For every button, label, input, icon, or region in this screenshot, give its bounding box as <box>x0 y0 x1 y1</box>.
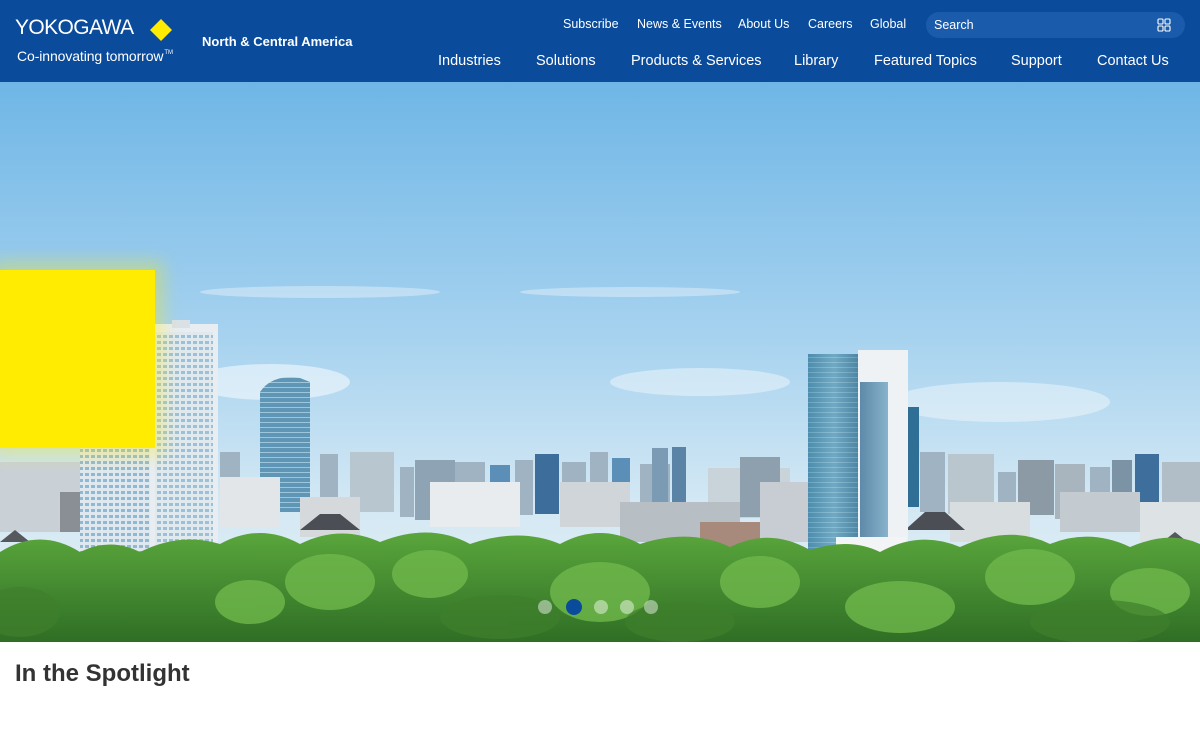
nav-library[interactable]: Library <box>794 53 838 69</box>
carousel-dot-5[interactable] <box>644 600 658 614</box>
search-box <box>926 12 1185 38</box>
nav-solutions[interactable]: Solutions <box>536 53 596 69</box>
nav-featured-topics[interactable]: Featured Topics <box>874 53 977 69</box>
logo-wordmark: YOKOGAWA <box>15 16 134 39</box>
news-events-link[interactable]: News & Events <box>637 17 722 31</box>
hero-banner[interactable] <box>0 82 1200 642</box>
nav-contact-us[interactable]: Contact Us <box>1097 53 1169 69</box>
nav-industries[interactable]: Industries <box>438 53 501 69</box>
yellow-accent-square <box>0 270 155 448</box>
careers-link[interactable]: Careers <box>808 17 852 31</box>
carousel-dot-1[interactable] <box>538 600 552 614</box>
nav-products-services[interactable]: Products & Services <box>631 53 762 69</box>
global-link[interactable]: Global <box>870 17 906 31</box>
logo-tagline: Co-innovating tomorrowTM <box>17 48 173 64</box>
carousel-dot-4[interactable] <box>620 600 634 614</box>
grid-icon[interactable] <box>1157 18 1171 32</box>
yokogawa-logo[interactable]: YOKOGAWA Co-innovating tomorrowTM <box>15 14 185 70</box>
search-input[interactable] <box>934 16 1134 34</box>
carousel-dot-2[interactable] <box>566 599 582 615</box>
carousel-dot-3[interactable] <box>594 600 608 614</box>
nav-support[interactable]: Support <box>1011 53 1062 69</box>
site-header: YOKOGAWA Co-innovating tomorrowTM North … <box>0 0 1200 82</box>
region-label: North & Central America <box>202 34 353 49</box>
diamond-icon <box>150 19 172 41</box>
about-us-link[interactable]: About Us <box>738 17 789 31</box>
subscribe-link[interactable]: Subscribe <box>563 17 619 31</box>
hero-image <box>0 82 1200 642</box>
spotlight-heading: In the Spotlight <box>15 660 190 687</box>
